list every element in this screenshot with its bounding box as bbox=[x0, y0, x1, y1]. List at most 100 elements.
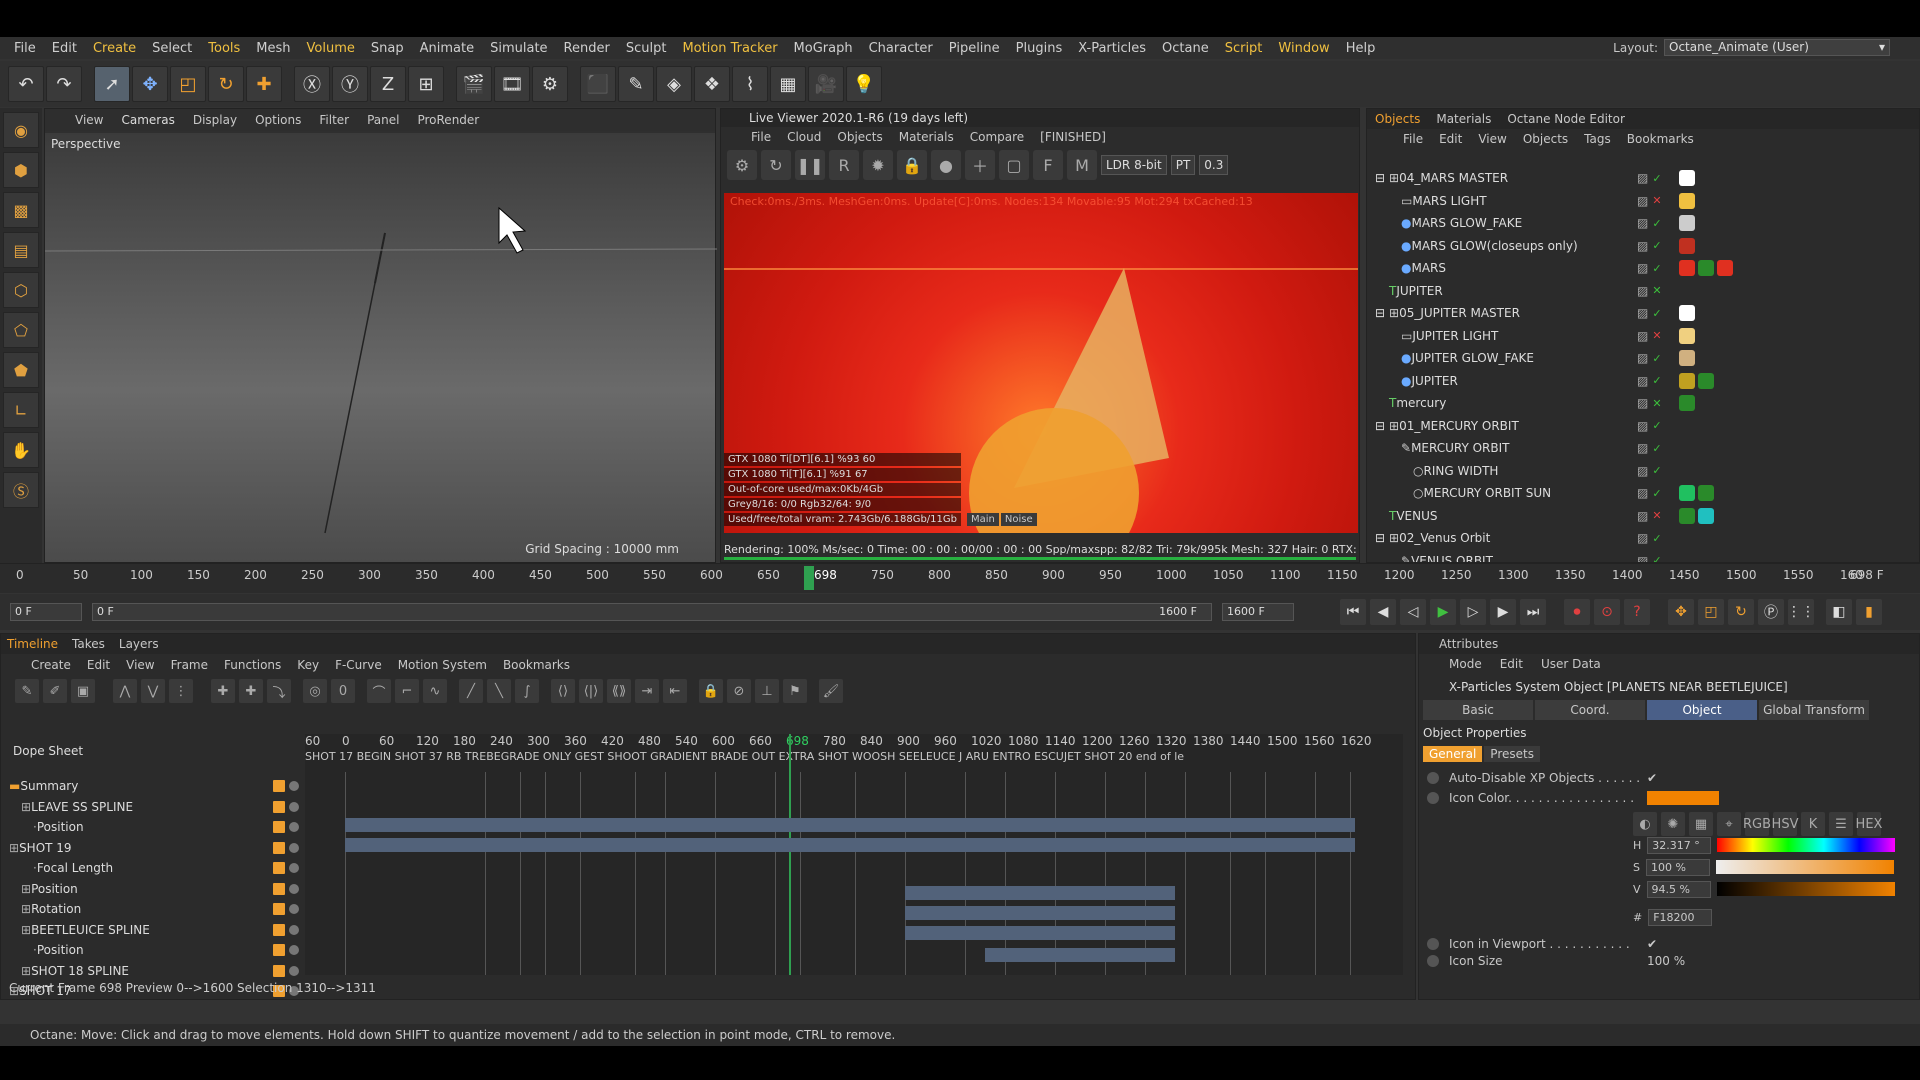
restart-render-icon[interactable]: ↻ bbox=[761, 150, 791, 180]
timeline-menu-create[interactable]: Create bbox=[31, 658, 71, 672]
snap-keys-icon[interactable]: ⋮ bbox=[169, 679, 193, 703]
rgb-mode-icon[interactable]: RGB bbox=[1743, 812, 1771, 836]
object-name[interactable]: VENUS bbox=[1396, 509, 1437, 523]
menu-item-create[interactable]: Create bbox=[85, 41, 144, 56]
tag-icon[interactable] bbox=[1679, 395, 1695, 412]
keyframe-selection-icon[interactable]: ? bbox=[1624, 599, 1650, 625]
track-menu-icon[interactable] bbox=[273, 800, 285, 813]
object-name[interactable]: MERCURY ORBIT SUN bbox=[1423, 486, 1551, 500]
z-axis-icon[interactable]: Z bbox=[370, 66, 406, 102]
attributes-menu-edit[interactable]: Edit bbox=[1500, 657, 1523, 671]
swatches-icon[interactable]: ☰ bbox=[1829, 812, 1853, 836]
enabled-check-icon[interactable]: ✓ bbox=[1652, 262, 1661, 275]
object-row[interactable]: ⊟ ⊞ 01_MERCURY ORBIT ▨ ✓ bbox=[1367, 415, 1919, 438]
tag-icon[interactable] bbox=[1679, 485, 1695, 502]
object-name[interactable]: mercury bbox=[1396, 396, 1446, 410]
key-mode-icon[interactable]: ✎ bbox=[15, 679, 39, 703]
motion-mode-icon[interactable]: ▣ bbox=[71, 679, 95, 703]
track-menu-icon[interactable] bbox=[273, 944, 285, 957]
octane-logo-icon[interactable]: ◉ bbox=[3, 112, 39, 148]
object-row[interactable]: ▭ JUPITER LIGHT ▨ ✕ bbox=[1367, 325, 1919, 348]
menu-item-volume[interactable]: Volume bbox=[299, 41, 363, 56]
tag-icon[interactable] bbox=[1679, 237, 1695, 254]
track-solo-icon[interactable] bbox=[289, 883, 299, 894]
objects-menu-edit[interactable]: Edit bbox=[1439, 132, 1462, 146]
enabled-check-icon[interactable]: ✓ bbox=[1652, 487, 1661, 500]
animate-dot-icon[interactable] bbox=[1427, 955, 1439, 967]
object-row[interactable]: ○ MERCURY ORBIT SUN ▨ ✓ bbox=[1367, 482, 1919, 505]
enabled-check-icon[interactable]: ✓ bbox=[1652, 532, 1661, 545]
viewport-menu-display[interactable]: Display bbox=[193, 113, 237, 127]
visibility-flags[interactable]: ▨ ✕ bbox=[1637, 329, 1662, 343]
tag-icon[interactable] bbox=[1679, 215, 1695, 232]
key-strip[interactable] bbox=[345, 838, 1355, 852]
key-lock-icon[interactable]: 🔒 bbox=[699, 679, 723, 703]
enabled-check-icon[interactable]: ✓ bbox=[1652, 374, 1661, 387]
object-row[interactable]: ✎ VENUS ORBIT ▨ ✓ bbox=[1367, 550, 1919, 562]
tag-icon[interactable] bbox=[1679, 305, 1695, 322]
track-solo-icon[interactable] bbox=[289, 863, 299, 874]
track-row[interactable]: ⊞ LEAVE SS SPLINE bbox=[1, 797, 303, 818]
noise-pass-tab[interactable]: Noise bbox=[1000, 513, 1037, 526]
visibility-flags[interactable]: ▨ ✕ bbox=[1637, 509, 1662, 523]
gamma-field[interactable]: 0.3 bbox=[1199, 155, 1229, 175]
disabled-cross-icon[interactable]: ✕ bbox=[1652, 194, 1661, 207]
dope-sheet-ruler[interactable]: 60 0 60 120 180 240 300 360 420 480 540 600 660 698 78… bbox=[305, 734, 1403, 750]
tag-icon[interactable] bbox=[1698, 507, 1714, 524]
visibility-flags[interactable]: ▨ ✓ bbox=[1637, 306, 1662, 320]
tag-icon[interactable] bbox=[1679, 260, 1695, 277]
add-tool-icon[interactable]: ✚ bbox=[246, 66, 282, 102]
track-menu-icon[interactable] bbox=[273, 841, 285, 854]
track-solo-icon[interactable] bbox=[289, 822, 299, 833]
object-row[interactable]: T VENUS ▨ ✕ bbox=[1367, 505, 1919, 528]
visibility-flags[interactable]: ▨ ✓ bbox=[1637, 531, 1662, 545]
object-name[interactable]: 01_MERCURY ORBIT bbox=[1399, 419, 1519, 433]
add-icon[interactable]: ＋ bbox=[965, 150, 995, 180]
object-name[interactable]: VENUS ORBIT bbox=[1411, 554, 1493, 562]
enabled-check-icon[interactable]: ✕ bbox=[1652, 397, 1661, 410]
undo-icon[interactable]: ↶ bbox=[8, 66, 44, 102]
saturation-bar[interactable] bbox=[1715, 860, 1894, 874]
track-menu-icon[interactable] bbox=[273, 821, 285, 834]
visibility-flags[interactable]: ▨ ✓ bbox=[1637, 261, 1662, 275]
object-row[interactable]: ⊟ ⊞ 02_Venus Orbit ▨ ✓ bbox=[1367, 527, 1919, 550]
timeline-menu-motion-system[interactable]: Motion System bbox=[398, 658, 487, 672]
menu-item-sculpt[interactable]: Sculpt bbox=[618, 41, 675, 56]
hue-field[interactable]: 32.317 ° bbox=[1647, 836, 1712, 854]
object-name[interactable]: MARS bbox=[1411, 261, 1446, 275]
camera-icon[interactable]: 🎥 bbox=[808, 66, 844, 102]
visibility-flags[interactable]: ▨ ✓ bbox=[1637, 374, 1662, 388]
brush-icon[interactable]: 🖌 bbox=[819, 679, 843, 703]
track-row[interactable]: ⊞ SHOT 19 bbox=[1, 838, 303, 859]
track-menu-icon[interactable] bbox=[273, 780, 285, 793]
flatten-tangent-icon[interactable]: ⇤ bbox=[663, 679, 687, 703]
visibility-flags[interactable]: ▨ ✓ bbox=[1637, 486, 1662, 500]
send-scene-icon[interactable]: ⚙ bbox=[727, 150, 757, 180]
hue-bar[interactable] bbox=[1717, 838, 1896, 852]
key-strip[interactable] bbox=[985, 948, 1175, 962]
menu-item-pipeline[interactable]: Pipeline bbox=[941, 41, 1008, 56]
model-mode-icon[interactable]: ⬢ bbox=[3, 152, 39, 188]
edges-mode-icon[interactable]: ⬠ bbox=[3, 312, 39, 348]
visibility-flags[interactable]: ▨ ✓ bbox=[1637, 216, 1662, 230]
timeline-window-icon[interactable]: ◧ bbox=[1826, 599, 1852, 625]
menu-item-file[interactable]: File bbox=[6, 41, 44, 56]
position-key-icon[interactable]: ✥ bbox=[1668, 599, 1694, 625]
next-key-icon[interactable]: ▶ bbox=[1490, 599, 1516, 625]
render-mode-dropdown[interactable]: PT bbox=[1170, 155, 1196, 175]
animate-dot-icon[interactable] bbox=[1427, 792, 1439, 804]
lock-tangent-icon[interactable]: ⟪⟫ bbox=[607, 679, 631, 703]
coordinate-system-icon[interactable]: ⊞ bbox=[408, 66, 444, 102]
timeline-menu-frame[interactable]: Frame bbox=[171, 658, 208, 672]
timeline-menu-f-curve[interactable]: F-Curve bbox=[335, 658, 382, 672]
frame-selected-icon[interactable]: ⋁ bbox=[141, 679, 165, 703]
timeline-ruler[interactable]: 0 50 100 150 200 250 300 350 400 450 500 550 600 650 6… bbox=[0, 563, 1920, 593]
track-row[interactable]: ⊞ BEETLEUICE SPLINE bbox=[1, 920, 303, 941]
end-frame-field[interactable]: 1600 F bbox=[1222, 603, 1294, 621]
live-viewer-menu-materials[interactable]: Materials bbox=[899, 130, 954, 144]
live-viewer-menu-file[interactable]: File bbox=[751, 130, 771, 144]
objects-menu-file[interactable]: File bbox=[1403, 132, 1423, 146]
timeline-menu-edit[interactable]: Edit bbox=[87, 658, 110, 672]
object-row[interactable]: ● MARS GLOW(closeups only) ▨ ✓ bbox=[1367, 235, 1919, 258]
floor-icon[interactable]: ▦ bbox=[770, 66, 806, 102]
